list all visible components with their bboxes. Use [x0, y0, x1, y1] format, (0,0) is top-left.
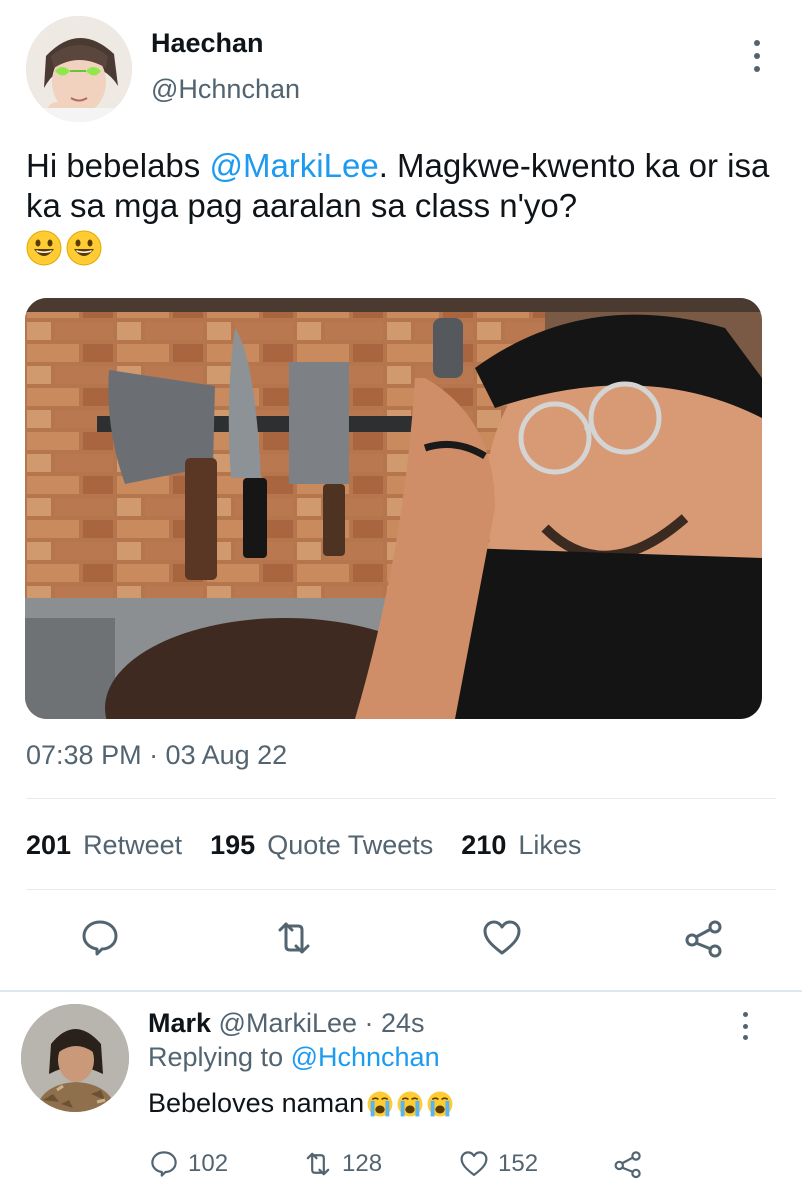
reply-icon[interactable]: [78, 916, 122, 960]
separator: [26, 798, 776, 799]
tweet-actions: [0, 912, 802, 968]
quote-count: 195: [210, 830, 256, 860]
likes-stat[interactable]: 210 Likes: [461, 830, 581, 861]
tweet-photo[interactable]: [25, 298, 762, 719]
loudly-crying-face-emoji: [427, 1091, 453, 1116]
reply-author-avatar[interactable]: [21, 1004, 129, 1112]
reply-like-button[interactable]: 152: [458, 1148, 538, 1180]
reply-header: Mark @MarkiLee · 24s: [148, 1008, 425, 1039]
more-options-icon[interactable]: [742, 36, 772, 76]
author-avatar[interactable]: [26, 16, 132, 122]
grinning-face-emoji: [26, 230, 62, 266]
reply-tweet[interactable]: Mark @MarkiLee · 24s Replying to @Hchnch…: [0, 992, 802, 1200]
tweet-text-start: Hi bebelabs: [26, 147, 210, 184]
replying-to: Replying to @Hchnchan: [148, 1042, 440, 1073]
retweet-icon: [306, 1152, 330, 1176]
retweet-label: Retweet: [83, 830, 183, 860]
tweet-stats: 201 Retweet 195 Quote Tweets 210 Likes: [26, 830, 581, 861]
mention-link[interactable]: @MarkiLee: [209, 147, 378, 184]
author-handle[interactable]: @Hchnchan: [151, 74, 300, 105]
retweet-icon[interactable]: [272, 916, 316, 960]
emoji-row: [26, 230, 786, 266]
reply-icon: [151, 1151, 177, 1177]
reply-text-content: Bebeloves naman: [148, 1088, 365, 1118]
author-name[interactable]: Haechan: [151, 28, 264, 59]
likes-count: 210: [461, 830, 507, 860]
reply-author-handle-time[interactable]: @MarkiLee · 24s: [219, 1008, 425, 1038]
retweet-stat[interactable]: 201 Retweet: [26, 830, 182, 861]
reply-more-options-icon[interactable]: [733, 1008, 757, 1044]
reply-retweet-button[interactable]: 128: [302, 1148, 382, 1180]
replying-to-mention[interactable]: @Hchnchan: [291, 1042, 440, 1072]
like-count: 152: [498, 1150, 539, 1177]
main-tweet: Haechan @Hchnchan Hi bebelabs @MarkiLee.…: [0, 0, 802, 990]
reply-share-button[interactable]: [612, 1148, 644, 1180]
tweet-text: Hi bebelabs @MarkiLee. Magkwe-kwento ka …: [26, 146, 786, 266]
reply-author-name[interactable]: Mark: [148, 1008, 211, 1038]
quote-tweets-stat[interactable]: 195 Quote Tweets: [210, 830, 433, 861]
replying-to-label: Replying to: [148, 1042, 291, 1072]
separator: [26, 889, 776, 890]
reply-text: Bebeloves naman: [148, 1088, 454, 1119]
share-icon: [614, 1151, 641, 1179]
reply-reply-button[interactable]: 102: [148, 1148, 228, 1180]
reply-actions: 102 128 152: [0, 1148, 802, 1188]
quote-label: Quote Tweets: [267, 830, 434, 860]
tweet-timestamp[interactable]: 07:38 PM · 03 Aug 22: [26, 740, 287, 771]
like-icon: [460, 1151, 488, 1176]
like-icon[interactable]: [480, 916, 524, 960]
loudly-crying-face-emoji: [367, 1091, 393, 1116]
retweet-count: 201: [26, 830, 72, 860]
grinning-face-emoji: [66, 230, 102, 266]
loudly-crying-face-emoji: [397, 1091, 423, 1116]
retweet-count: 128: [342, 1150, 383, 1177]
share-icon[interactable]: [682, 916, 726, 960]
reply-count: 102: [188, 1150, 229, 1177]
likes-label: Likes: [518, 830, 582, 860]
